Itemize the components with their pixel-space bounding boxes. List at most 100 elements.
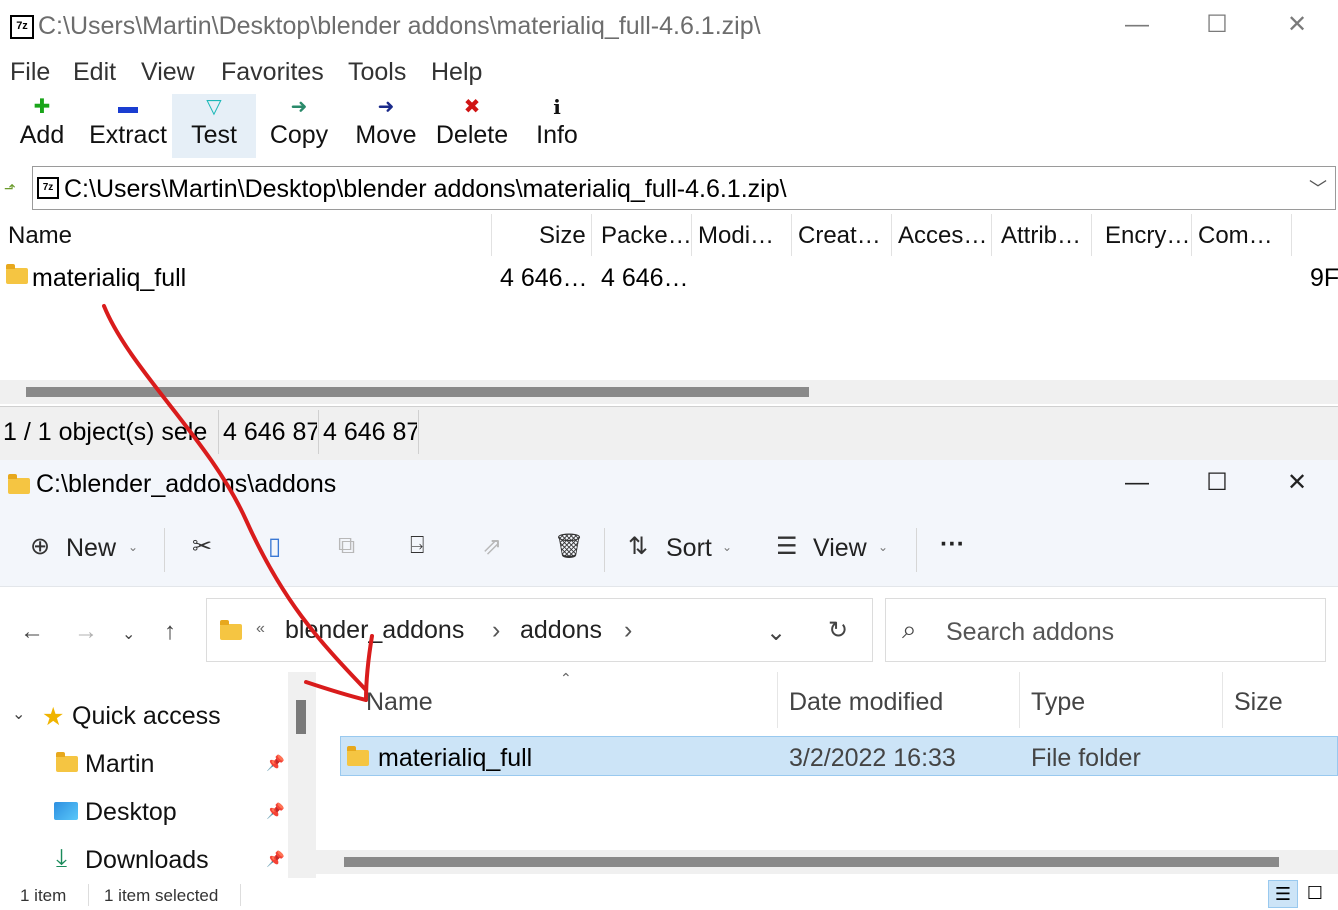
menu-view[interactable]: View <box>141 58 195 87</box>
column-divider[interactable] <box>1019 672 1020 728</box>
column-divider[interactable] <box>1222 672 1223 728</box>
sort-button[interactable]: Sort <box>666 534 712 563</box>
column-divider[interactable] <box>1291 214 1292 256</box>
info-icon: i <box>553 95 561 119</box>
pin-icon[interactable]: 📌 <box>266 754 285 772</box>
status-selection: 1 / 1 object(s) sele <box>3 418 208 446</box>
column-divider[interactable] <box>491 214 492 256</box>
col-accessed[interactable]: Acces… <box>898 222 987 250</box>
column-divider[interactable] <box>791 214 792 256</box>
sort-icon: ⇅ <box>628 533 649 560</box>
details-view-icon[interactable]: ☰ <box>1268 880 1298 908</box>
col-size[interactable]: Size <box>1234 688 1283 717</box>
recent-locations-icon[interactable]: ⌄ <box>122 624 135 644</box>
column-divider[interactable] <box>1091 214 1092 256</box>
col-attributes[interactable]: Attrib… <box>1001 222 1081 250</box>
cut-icon[interactable]: ✂ <box>192 532 212 561</box>
folder-up-icon[interactable]: ⬏ <box>4 180 22 196</box>
add-button[interactable]: ✚ Add <box>8 94 76 158</box>
view-icon: ☰ <box>776 533 798 560</box>
column-divider[interactable] <box>891 214 892 256</box>
col-type[interactable]: Type <box>1031 688 1085 717</box>
column-divider[interactable] <box>591 214 592 256</box>
nav-quick-access[interactable]: Quick access <box>72 702 221 731</box>
menu-help[interactable]: Help <box>431 58 482 87</box>
col-modified[interactable]: Modi… <box>698 222 774 250</box>
breadcrumb-addons[interactable]: addons <box>520 616 602 645</box>
chevron-down-icon[interactable]: ﹀ <box>1309 175 1327 201</box>
column-divider[interactable] <box>991 214 992 256</box>
menu-tools[interactable]: Tools <box>348 58 406 87</box>
back-arrow-icon[interactable]: ← <box>20 618 44 646</box>
menu-edit[interactable]: Edit <box>73 58 116 87</box>
share-icon[interactable]: ⇗ <box>482 532 502 561</box>
archive-row-size: 4 646… <box>500 264 588 292</box>
col-created[interactable]: Creat… <box>798 222 881 250</box>
menu-file[interactable]: File <box>10 58 50 87</box>
delete-icon: ✖ <box>463 96 481 118</box>
address-combobox[interactable]: 7z C:\Users\Martin\Desktop\blender addon… <box>32 166 1336 210</box>
col-date-modified[interactable]: Date modified <box>789 688 943 717</box>
nav-desktop[interactable]: Desktop <box>85 798 177 827</box>
maximize-button[interactable]: ☐ <box>1194 460 1240 506</box>
breadcrumb-blender-addons[interactable]: blender_addons <box>285 616 464 645</box>
chevron-down-icon: ⌄ <box>128 540 139 554</box>
overflow-chevron-icon[interactable]: « <box>256 620 265 638</box>
paste-icon[interactable]: ⧉ <box>338 532 355 560</box>
file-row-name[interactable]: materialiq_full <box>378 744 532 773</box>
add-icon: ✚ <box>33 96 51 118</box>
chevron-down-icon[interactable]: ⌄ <box>766 618 786 647</box>
col-size[interactable]: Size <box>539 222 586 250</box>
move-button[interactable]: ➜ Move <box>346 94 426 158</box>
tiles-view-icon[interactable]: ☐ <box>1300 880 1330 908</box>
column-divider[interactable] <box>777 672 778 728</box>
copy-button[interactable]: ➜ Copy <box>262 94 336 158</box>
minimize-button[interactable]: — <box>1114 460 1160 506</box>
window-title: C:\Users\Martin\Desktop\blender addons\m… <box>38 12 761 40</box>
column-divider[interactable] <box>1191 214 1192 256</box>
search-icon: ⌕ <box>902 614 917 644</box>
folder-icon <box>6 264 28 289</box>
test-button[interactable]: ▽ Test <box>172 94 256 158</box>
info-label: Info <box>536 121 578 149</box>
forward-arrow-icon[interactable]: → <box>74 618 98 646</box>
menu-favorites[interactable]: Favorites <box>221 58 324 87</box>
status-item-count: 1 item <box>20 886 67 905</box>
up-arrow-icon[interactable]: ↑ <box>164 618 176 646</box>
maximize-button[interactable]: ☐ <box>1194 2 1240 48</box>
view-button[interactable]: View <box>813 534 867 563</box>
scrollbar-thumb[interactable] <box>26 387 809 397</box>
column-divider[interactable] <box>691 214 692 256</box>
expand-chevron-icon[interactable]: ⌄ <box>12 704 25 724</box>
col-packed[interactable]: Packe… <box>601 222 692 250</box>
breadcrumb-separator[interactable]: › <box>624 616 632 645</box>
extract-icon: ▬ <box>118 96 138 118</box>
minimize-button[interactable]: — <box>1114 2 1160 48</box>
more-options-button[interactable]: ··· <box>940 530 965 559</box>
extract-button[interactable]: ▬ Extract <box>84 94 172 158</box>
rename-icon[interactable]: ⍈ <box>410 532 424 560</box>
delete-button[interactable]: ✖ Delete <box>430 94 514 158</box>
close-button[interactable]: ✕ <box>1274 2 1320 48</box>
refresh-icon[interactable]: ↻ <box>828 616 848 645</box>
archive-icon: 7z <box>37 177 59 199</box>
info-button[interactable]: i Info <box>526 94 588 158</box>
archive-row-name[interactable]: materialiq_full <box>32 264 186 293</box>
pin-icon[interactable]: 📌 <box>266 802 285 820</box>
status-divider <box>240 884 241 906</box>
explorer-window: C:\blender_addons\addons — ☐ ✕ ⊕ New ⌄ ✂… <box>0 460 1338 910</box>
nav-downloads[interactable]: Downloads <box>85 846 209 875</box>
breadcrumb-separator[interactable]: › <box>492 616 500 645</box>
col-encrypted[interactable]: Encry… <box>1105 222 1190 250</box>
pin-icon[interactable]: 📌 <box>266 850 285 868</box>
col-name[interactable]: Name <box>8 222 72 250</box>
scrollbar-thumb[interactable] <box>344 857 1279 867</box>
scrollbar-thumb[interactable] <box>296 700 306 734</box>
nav-martin[interactable]: Martin <box>85 750 154 779</box>
copy-icon[interactable]: ▯ <box>268 532 281 561</box>
trash-icon[interactable]: 🗑 <box>554 532 584 561</box>
close-button[interactable]: ✕ <box>1274 460 1320 506</box>
col-name[interactable]: Name <box>366 688 433 717</box>
new-button[interactable]: New <box>66 534 116 563</box>
col-comment[interactable]: Com… <box>1198 222 1273 250</box>
